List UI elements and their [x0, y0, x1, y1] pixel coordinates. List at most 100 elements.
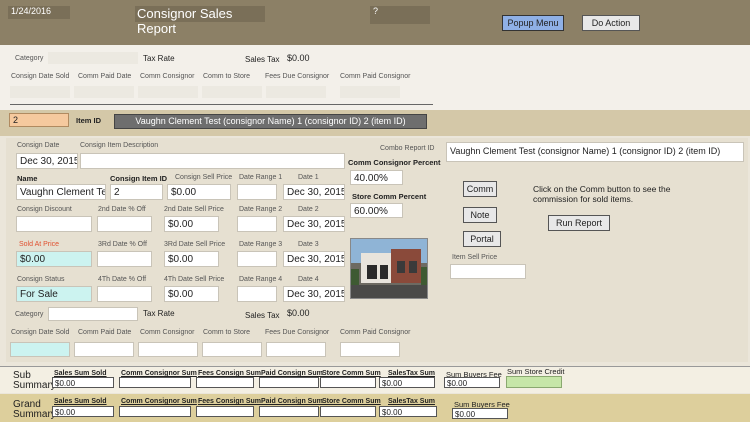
grand-fees-consign-sum-field[interactable] [196, 406, 254, 417]
sold-at-price-field[interactable]: $0.00 [16, 251, 92, 267]
consign-item-id-field[interactable]: 2 [110, 184, 163, 200]
name-field[interactable]: Vaughn Clement Test [16, 184, 106, 200]
top-row-field-5[interactable] [266, 86, 326, 98]
sub-store-credit-label: Sum Store Credit [507, 367, 565, 376]
third-date-off-field[interactable] [97, 251, 152, 267]
top-col-consign-date-sold: Consign Date Sold [11, 73, 70, 80]
consign-status-field[interactable]: For Sale [16, 286, 92, 302]
form-sales-tax-value: $0.00 [287, 308, 310, 318]
item-input[interactable]: 2 [9, 113, 69, 127]
grand-fees-consign-sum-label: Fees Consign Sum [198, 398, 262, 405]
help-field[interactable]: ? [370, 6, 430, 24]
item-sell-price-label: Item Sell Price [452, 254, 498, 261]
second-date-off-label: 2nd Date % Off [98, 206, 146, 213]
form-row-field-6[interactable] [340, 342, 400, 357]
consign-discount-label: Consign Discount [17, 206, 72, 213]
grand-store-comm-sum-label: Store Comm Sum [322, 398, 381, 405]
date1-field[interactable]: Dec 30, 2015 [283, 184, 345, 200]
sub-paid-consign-sum-field[interactable] [259, 377, 319, 388]
fourth-date-off-field[interactable] [97, 286, 152, 302]
top-row-field-1[interactable] [10, 86, 70, 98]
consign-status-label: Consign Status [17, 276, 65, 283]
popup-menu-button[interactable]: Popup Menu [502, 15, 564, 31]
date-range3-field[interactable] [237, 251, 277, 267]
top-row-field-6[interactable] [340, 86, 400, 98]
date-range3-label: Date Range 3 [239, 241, 283, 248]
sub-paid-consign-sum-label: Paid Consign Sum [261, 370, 323, 377]
grand-comm-consignor-sum-label: Comm Consignor Sum [121, 398, 197, 405]
date-field[interactable]: 1/24/2016 [8, 6, 70, 19]
consign-sell-price-label: Consign Sell Price [175, 174, 233, 181]
portal-button[interactable]: Portal [463, 231, 501, 247]
form-col-fees-due: Fees Due Consignor [265, 329, 330, 336]
form-category-field[interactable] [48, 307, 138, 321]
form-col-comm-to-store: Comm to Store [203, 329, 251, 336]
sub-comm-consignor-sum-label: Comm Consignor Sum [121, 370, 197, 377]
top-row-field-3[interactable] [138, 86, 198, 98]
consign-sell-price-field[interactable]: $0.00 [167, 184, 231, 200]
form-row-field-1[interactable] [10, 342, 70, 357]
sub-store-comm-sum-field[interactable] [320, 377, 376, 388]
sub-sales-sum-sold-label: Sales Sum Sold [54, 370, 107, 377]
combo-report-field[interactable]: Vaughn Clement Test (consignor Name) 1 (… [446, 142, 744, 162]
date-range1-field[interactable] [237, 184, 277, 200]
item-id-label: Item ID [76, 116, 102, 125]
item-photo [350, 238, 428, 299]
form-row-field-5[interactable] [266, 342, 326, 357]
sub-sales-sum-sold-field[interactable]: $0.00 [52, 377, 114, 388]
sub-fees-consign-sum-field[interactable] [196, 377, 254, 388]
form-row-field-3[interactable] [138, 342, 198, 357]
date-range2-label: Date Range 2 [239, 206, 283, 213]
form-col-comm-paid: Comm Paid Consignor [340, 329, 411, 336]
consign-date-field[interactable]: Dec 30, 2015 [16, 153, 78, 169]
name-label: Name [17, 174, 38, 183]
item-title-bar: Vaughn Clement Test (consignor Name) 1 (… [114, 114, 427, 129]
top-col-comm-consignor: Comm Consignor [140, 73, 195, 80]
top-row-field-4[interactable] [202, 86, 262, 98]
date2-field[interactable]: Dec 30, 2015 [283, 216, 345, 232]
second-date-price-field[interactable]: $0.00 [164, 216, 219, 232]
date3-field[interactable]: Dec 30, 2015 [283, 251, 345, 267]
grand-summary-title-2: Summary [13, 409, 56, 420]
form-tax-rate-label: Tax Rate [143, 309, 175, 318]
note-button[interactable]: Note [463, 207, 497, 223]
sold-at-price-label: Sold At Price [19, 241, 60, 248]
sub-store-credit-field[interactable] [506, 376, 562, 388]
sub-buyers-fee-field[interactable]: $0.00 [444, 377, 500, 388]
top-row-field-2[interactable] [74, 86, 134, 98]
consign-desc-field[interactable] [80, 153, 345, 169]
grand-comm-consignor-sum-field[interactable] [119, 406, 191, 417]
run-report-button[interactable]: Run Report [548, 215, 610, 231]
second-date-off-field[interactable] [97, 216, 152, 232]
top-col-comm-to-store: Comm to Store [203, 73, 251, 80]
date-range4-field[interactable] [237, 286, 277, 302]
item-sell-price-field[interactable] [450, 264, 526, 279]
sub-sales-tax-sum-label: SalesTax Sum [388, 370, 435, 377]
comm-consignor-pct-field[interactable]: 40.00% [350, 170, 403, 185]
grand-sales-sum-sold-field[interactable]: $0.00 [52, 406, 114, 417]
date-range2-field[interactable] [237, 216, 277, 232]
consign-date-label: Consign Date [17, 142, 60, 149]
do-action-button[interactable]: Do Action [582, 15, 640, 31]
grand-sales-tax-sum-field[interactable]: $0.00 [379, 406, 437, 417]
second-date-price-label: 2nd Date Sell Price [164, 206, 224, 213]
sub-comm-consignor-sum-field[interactable] [119, 377, 191, 388]
sub-sales-tax-sum-field[interactable]: $0.00 [379, 377, 435, 388]
grand-paid-consign-sum-field[interactable] [259, 406, 319, 417]
date4-field[interactable]: Dec 30, 2015 [283, 286, 345, 302]
top-divider [10, 104, 433, 105]
third-date-price-field[interactable]: $0.00 [164, 251, 219, 267]
consign-desc-label: Consign Item Description [80, 142, 159, 149]
comm-consignor-pct-label: Comm Consignor Percent [348, 158, 441, 167]
fourth-date-price-field[interactable]: $0.00 [164, 286, 219, 302]
grand-buyers-fee-field[interactable]: $0.00 [452, 408, 508, 419]
grand-store-comm-sum-field[interactable] [320, 406, 376, 417]
form-row-field-2[interactable] [74, 342, 134, 357]
form-row-field-4[interactable] [202, 342, 262, 357]
date4-label: Date 4 [298, 276, 319, 283]
category-field[interactable] [48, 52, 138, 64]
store-comm-pct-field[interactable]: 60.00% [350, 203, 403, 218]
comm-button[interactable]: Comm [463, 181, 497, 197]
sub-store-comm-sum-label: Store Comm Sum [322, 370, 381, 377]
consign-discount-field[interactable] [16, 216, 92, 232]
